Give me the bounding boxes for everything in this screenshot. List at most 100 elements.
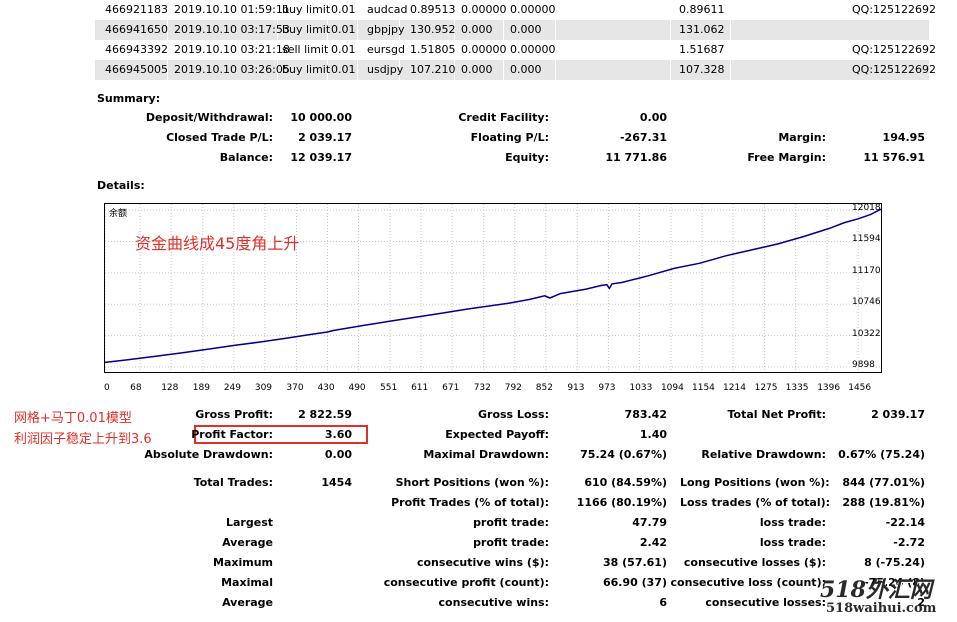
x-tick-label: 249 [223,383,241,393]
summary-heading: Summary: [97,92,161,105]
column-separator [555,20,556,40]
largest-label: Largest [226,516,273,529]
order-ticket: 466921183 [105,3,168,16]
average-loss-value: -2.72 [893,536,925,549]
x-tick-label: 611 [411,383,429,393]
maximum-label: Maximum [213,556,273,569]
pf-note-line1: 网格+马丁0.01模型 [14,411,132,426]
x-tick-label: 68 [130,383,142,393]
x-tick-label: 732 [473,383,491,393]
x-tick-label: 430 [317,383,335,393]
order-tp: 0.00000 [510,3,556,16]
x-tick-label: 1094 [660,383,684,393]
x-tick-label: 1154 [692,383,715,393]
average2-label: Average [222,596,273,609]
order-type: buy limit [282,63,331,76]
loss-trades-label: Loss trades (% of total): [680,496,831,509]
profit-trades-value: 1166 (80.19%) [576,496,667,509]
x-tick-label: 128 [161,383,179,393]
x-tick-label: 551 [380,383,398,393]
balance-chart: 余额 资金曲线成45度角上升 [104,203,882,373]
x-tick-label: 913 [567,383,585,393]
column-separator [503,60,504,80]
order-row: 466945005 2019.10.10 03:26:05 buy limit 0.0… [95,60,936,80]
largest-profit-label: profit trade: [473,516,549,529]
loss-trades-value: 288 (19.81%) [842,496,925,509]
margin-value: 194.95 [882,131,925,144]
free-margin-label: Free Margin: [747,151,826,164]
y-tick-label: 12018 [852,203,881,214]
balance-label: Balance: [219,151,273,164]
order-item: gbpjpy [367,23,405,36]
expected-payoff-value: 1.40 [639,428,667,441]
average-profit-label: profit trade: [473,536,549,549]
x-tick-label: 370 [286,383,304,393]
order-row: 466921183 2019.10.10 01:59:11 buy limit 0.0… [95,0,936,20]
order-price: 107.210 [410,63,456,76]
column-separator [670,20,671,40]
gross-loss-label: Gross Loss: [478,408,549,421]
order-row: 466941650 2019.10.10 03:17:53 buy limit 0.0… [95,20,929,40]
long-positions-value: 844 (77.01%) [842,476,925,489]
order-current-price: 1.51687 [679,43,725,56]
x-tick-label: 1396 [817,383,841,393]
column-separator [357,60,358,80]
order-tp: 0.000 [510,63,542,76]
order-sl: 0.000 [461,63,493,76]
order-size: 0.01 [331,23,356,36]
max-cons-wins-value: 38 (57.61) [603,556,667,569]
avg-cons-wins-label: consecutive wins: [438,596,549,609]
x-tick-label: 309 [254,383,273,393]
order-tp: 0.000 [510,23,542,36]
order-ticket: 466945005 [105,63,168,76]
watermark-url: 518waihui.com [826,601,937,616]
x-tick-label: 189 [192,383,210,393]
abs-drawdown-value: 0.00 [324,448,352,461]
order-time: 2019.10.10 01:59:11 [174,3,290,16]
order-current-price: 131.062 [679,23,725,36]
chart-title: 余额 [109,209,128,219]
order-current-price: 0.89611 [679,3,725,16]
order-type: buy limit [282,3,331,16]
balance-value: 12 039.17 [290,151,352,164]
max-drawdown-value: 75.24 (0.67%) [580,448,667,461]
order-ticket: 466943392 [105,43,168,56]
order-price: 130.952 [410,23,456,36]
order-sl: 0.00000 [461,3,507,16]
column-separator [503,20,504,40]
x-tick-label: 490 [348,383,366,393]
order-item: audcad [367,3,408,16]
net-profit-value: 2 039.17 [871,408,925,421]
watermark-logo: 518外汇网 [820,577,932,603]
x-tick-label: 1033 [629,383,653,393]
order-sl: 0.000 [461,23,493,36]
column-separator [730,20,731,40]
order-comment: QQ:125122692 [852,3,937,16]
abs-drawdown-label: Absolute Drawdown: [144,448,273,461]
x-tick-label: 852 [535,383,553,393]
y-tick-label: 9898 [852,359,875,370]
maximal-label: Maximal [221,576,273,589]
max-cons-losses-value: 8 (-75.24) [864,556,925,569]
details-heading: Details: [97,179,145,192]
order-comment: QQ:125122692 [852,43,937,56]
order-comment: QQ:125122692 [852,63,937,76]
order-price: 1.51805 [410,43,456,56]
chart-annotation: 资金曲线成45度角上升 [135,234,300,253]
deposit-value: 10 000.00 [290,111,352,124]
maximal-loss-label: consecutive loss (count): [670,576,826,589]
y-tick-label: 10322 [852,328,881,339]
order-tp: 0.00000 [510,43,556,56]
gross-profit-value: 2 822.59 [298,408,352,421]
equity-value: 11 771.86 [605,151,667,164]
equity-label: Equity: [505,151,549,164]
floating-pl-label: Floating P/L: [470,131,549,144]
closed-pl-value: 2 039.17 [298,131,352,144]
max-cons-losses-label: consecutive losses ($): [683,556,826,569]
column-separator [670,60,671,80]
x-tick-label: 1275 [754,383,778,393]
order-type: sell limit [282,43,329,56]
order-size: 0.01 [331,3,356,16]
column-separator [555,60,556,80]
y-tick-label: 11594 [852,234,881,245]
